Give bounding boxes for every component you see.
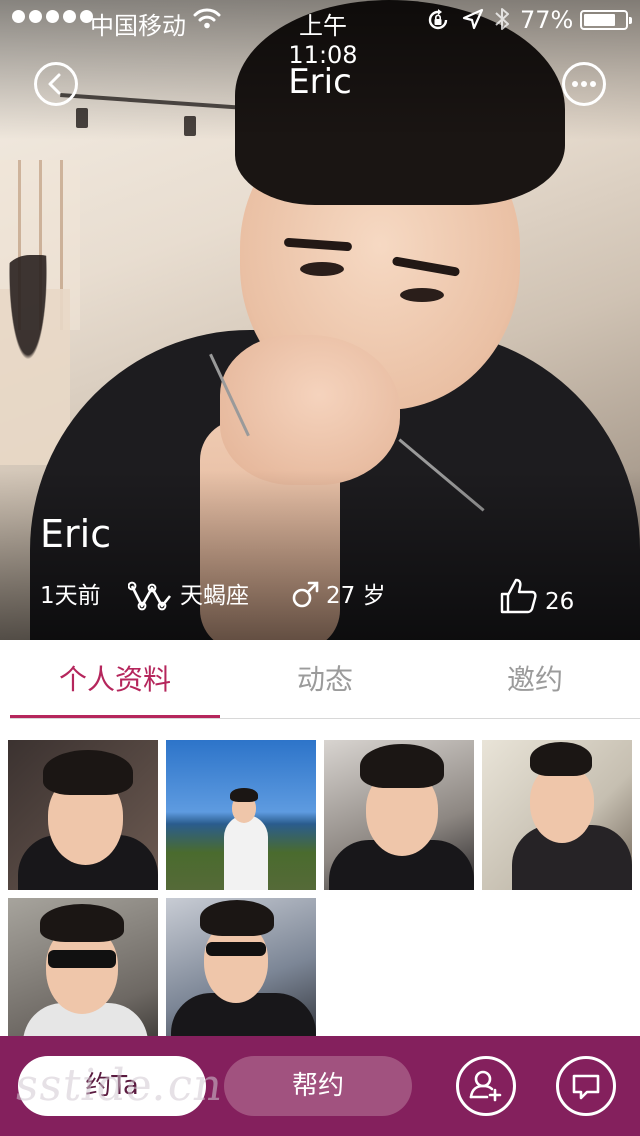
bottom-action-bar: 约Ta 帮约	[0, 1036, 640, 1136]
tab-activity[interactable]: 动态	[220, 640, 430, 720]
rotation-lock-icon	[428, 9, 448, 30]
photo-thumbnail[interactable]	[482, 740, 632, 890]
male-icon	[292, 581, 319, 608]
location-arrow-icon	[462, 8, 484, 30]
profile-tabs: 个人资料 动态 邀约	[0, 640, 640, 720]
date-her-button[interactable]: 约Ta	[18, 1056, 206, 1116]
message-icon	[572, 1074, 600, 1100]
age-text: 27 岁	[326, 583, 386, 609]
nav-title: Eric	[288, 62, 352, 102]
bluetooth-icon	[495, 8, 509, 30]
zodiac-text: 天蝎座	[180, 583, 249, 609]
battery-fill	[584, 14, 615, 26]
last-active-text: 1天前	[40, 583, 101, 609]
message-button[interactable]	[556, 1056, 616, 1116]
photo-thumbnail[interactable]	[324, 740, 474, 890]
signal-dots-icon	[12, 10, 93, 23]
scorpio-icon	[128, 581, 172, 611]
battery-icon	[580, 10, 632, 30]
help-date-button[interactable]: 帮约	[224, 1056, 412, 1116]
battery-nub	[629, 17, 632, 24]
background-person	[0, 255, 70, 465]
profile-name: Eric	[40, 512, 112, 556]
carrier-name: 中国移动	[90, 12, 186, 40]
battery-percent: 77%	[520, 6, 574, 34]
photo-thumbnail[interactable]	[166, 740, 316, 890]
more-dots-icon	[572, 81, 596, 87]
tab-divider	[10, 718, 640, 719]
photo-thumbnail[interactable]	[8, 740, 158, 890]
likes-count: 26	[545, 589, 575, 615]
clock: 上午11:08	[288, 12, 358, 69]
photo-thumbnail[interactable]	[8, 898, 158, 1048]
status-bar: 中国移动 上午11:08 77%	[0, 0, 640, 69]
photo-thumbnail[interactable]	[166, 898, 316, 1048]
tab-invitations[interactable]: 邀约	[430, 640, 640, 720]
subject-eye	[400, 288, 444, 302]
tab-profile-info[interactable]: 个人资料	[10, 640, 220, 720]
more-button[interactable]	[562, 62, 606, 106]
add-friend-button[interactable]	[456, 1056, 516, 1116]
back-arrow-icon	[48, 73, 61, 95]
thumbs-up-icon[interactable]	[498, 576, 538, 616]
back-button[interactable]	[34, 62, 78, 106]
add-friend-icon	[469, 1070, 502, 1102]
wifi-icon	[193, 8, 221, 29]
subject-fist	[220, 335, 400, 485]
subject-eye	[300, 262, 344, 276]
